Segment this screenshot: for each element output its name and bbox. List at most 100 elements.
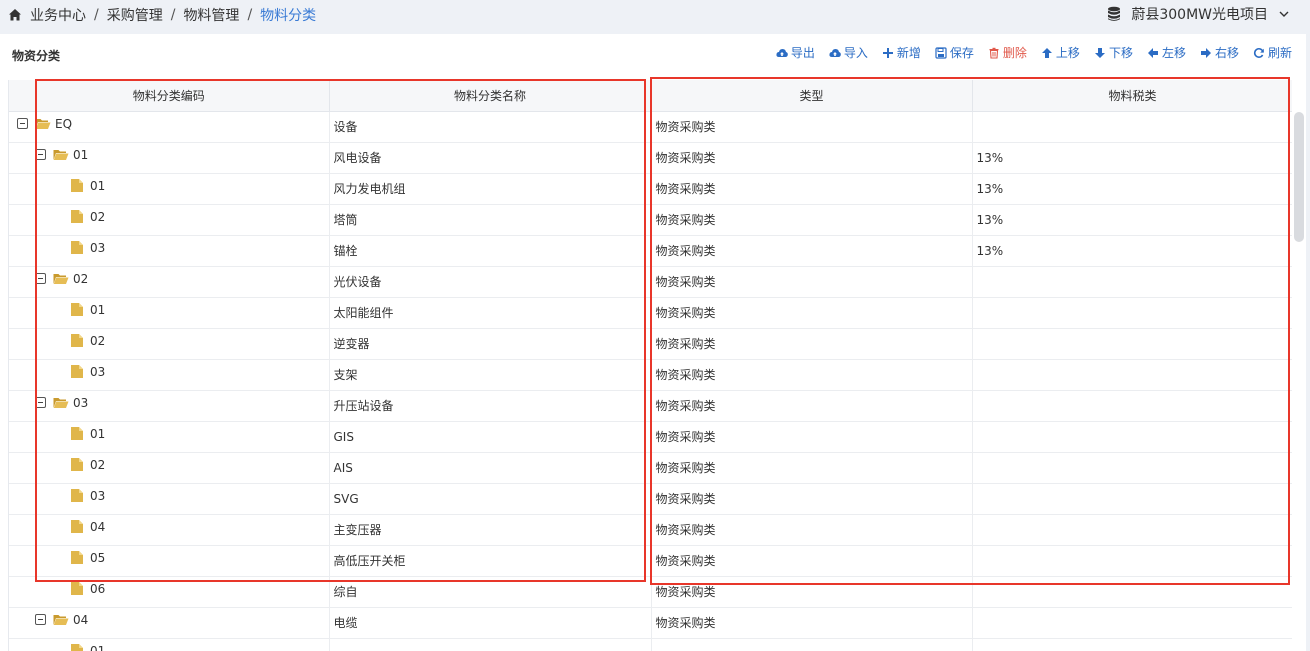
add-button[interactable]: 新增 [882, 44, 921, 61]
refresh-button[interactable]: 刷新 [1253, 44, 1292, 61]
collapse-toggle-icon[interactable] [35, 614, 46, 625]
cell-type[interactable]: 物资采购类 [651, 390, 973, 422]
cell-code[interactable]: 01 [9, 142, 330, 174]
save-button[interactable]: 保存 [935, 44, 974, 61]
table-row[interactable]: 04 主变压器 物资采购类 [9, 514, 1292, 546]
cell-type[interactable]: 物资采购类 [651, 359, 973, 391]
cell-tax[interactable] [972, 545, 1292, 577]
cell-name[interactable]: GIS [329, 421, 652, 453]
cell-code[interactable]: 02 [9, 452, 330, 484]
cell-code[interactable]: 03 [9, 483, 330, 515]
table-row[interactable]: 02 逆变器 物资采购类 [9, 328, 1292, 360]
cell-type[interactable]: 物资采购类 [651, 328, 973, 360]
cell-name[interactable] [329, 638, 652, 651]
table-row[interactable]: 01 风力发电机组 物资采购类 13% [9, 173, 1292, 205]
cell-tax[interactable]: 13% [972, 142, 1292, 174]
move-up-button[interactable]: 上移 [1041, 44, 1080, 61]
table-row[interactable]: 06 综自 物资采购类 [9, 576, 1292, 608]
cell-type[interactable]: 物资采购类 [651, 266, 973, 298]
breadcrumb-item[interactable]: 业务中心 [30, 5, 86, 25]
cell-name[interactable]: 主变压器 [329, 514, 652, 546]
cell-name[interactable]: 升压站设备 [329, 390, 652, 422]
cell-code[interactable]: 04 [9, 514, 330, 546]
table-row[interactable]: 05 高低压开关柜 物资采购类 [9, 545, 1292, 577]
move-left-button[interactable]: 左移 [1147, 44, 1186, 61]
cell-code[interactable]: 02 [9, 328, 330, 360]
cell-name[interactable]: 风力发电机组 [329, 173, 652, 205]
table-row[interactable]: 01 风电设备 物资采购类 13% [9, 142, 1292, 174]
cell-code[interactable]: 01 [9, 638, 330, 651]
cell-tax[interactable] [972, 452, 1292, 484]
cell-type[interactable]: 物资采购类 [651, 576, 973, 608]
cell-name[interactable]: 支架 [329, 359, 652, 391]
cell-name[interactable]: 风电设备 [329, 142, 652, 174]
cell-type[interactable]: 物资采购类 [651, 607, 973, 639]
cell-code[interactable]: 03 [9, 390, 330, 422]
cell-name[interactable]: 电缆 [329, 607, 652, 639]
cell-type[interactable]: 物资采购类 [651, 297, 973, 329]
table-row[interactable]: 03 升压站设备 物资采购类 [9, 390, 1292, 422]
cell-tax[interactable]: 13% [972, 204, 1292, 236]
move-down-button[interactable]: 下移 [1094, 44, 1133, 61]
table-row[interactable]: 03 SVG 物资采购类 [9, 483, 1292, 515]
cell-type[interactable]: 物资采购类 [651, 514, 973, 546]
home-icon[interactable] [8, 8, 22, 22]
cell-code[interactable]: 04 [9, 607, 330, 639]
table-row[interactable]: 01 GIS 物资采购类 [9, 421, 1292, 453]
cell-name[interactable]: 光伏设备 [329, 266, 652, 298]
cell-code[interactable]: 06 [9, 576, 330, 608]
cell-name[interactable]: 塔筒 [329, 204, 652, 236]
export-button[interactable]: 导出 [776, 44, 815, 61]
cell-type[interactable] [651, 638, 973, 651]
cell-tax[interactable] [972, 638, 1292, 651]
cell-code[interactable]: EQ [9, 111, 330, 143]
cell-type[interactable]: 物资采购类 [651, 421, 973, 453]
cell-tax[interactable] [972, 328, 1292, 360]
table-row[interactable]: 02 光伏设备 物资采购类 [9, 266, 1292, 298]
cell-tax[interactable]: 13% [972, 173, 1292, 205]
cell-code[interactable]: 02 [9, 266, 330, 298]
cell-name[interactable]: 设备 [329, 111, 652, 143]
cell-type[interactable]: 物资采购类 [651, 545, 973, 577]
cell-name[interactable]: 锚栓 [329, 235, 652, 267]
column-header-name[interactable]: 物料分类名称 [329, 80, 652, 112]
cell-tax[interactable] [972, 483, 1292, 515]
cell-type[interactable]: 物资采购类 [651, 235, 973, 267]
cell-type[interactable]: 物资采购类 [651, 173, 973, 205]
cell-code[interactable]: 01 [9, 173, 330, 205]
cell-code[interactable]: 01 [9, 297, 330, 329]
table-row[interactable]: 01 [9, 638, 1292, 651]
breadcrumb-item[interactable]: 采购管理 [107, 5, 163, 25]
import-button[interactable]: 导入 [829, 44, 868, 61]
cell-tax[interactable] [972, 359, 1292, 391]
table-row[interactable]: 02 AIS 物资采购类 [9, 452, 1292, 484]
table-row[interactable]: 03 锚栓 物资采购类 13% [9, 235, 1292, 267]
cell-tax[interactable] [972, 607, 1292, 639]
breadcrumb-item[interactable]: 物料管理 [183, 5, 239, 25]
cell-code[interactable]: 01 [9, 421, 330, 453]
collapse-toggle-icon[interactable] [35, 397, 46, 408]
cell-code[interactable]: 03 [9, 359, 330, 391]
cell-name[interactable]: 逆变器 [329, 328, 652, 360]
column-header-type[interactable]: 类型 [651, 80, 973, 112]
cell-type[interactable]: 物资采购类 [651, 452, 973, 484]
column-header-code[interactable]: 物料分类编码 [9, 80, 330, 112]
cell-tax[interactable] [972, 297, 1292, 329]
collapse-toggle-icon[interactable] [35, 273, 46, 284]
cell-tax[interactable]: 13% [972, 235, 1292, 267]
cell-code[interactable]: 05 [9, 545, 330, 577]
cell-tax[interactable] [972, 421, 1292, 453]
collapse-toggle-icon[interactable] [17, 118, 28, 129]
table-row[interactable]: 03 支架 物资采购类 [9, 359, 1292, 391]
cell-type[interactable]: 物资采购类 [651, 111, 973, 143]
cell-type[interactable]: 物资采购类 [651, 483, 973, 515]
cell-tax[interactable] [972, 514, 1292, 546]
table-row[interactable]: EQ 设备 物资采购类 [9, 111, 1292, 143]
cell-tax[interactable] [972, 576, 1292, 608]
cell-code[interactable]: 03 [9, 235, 330, 267]
column-header-tax[interactable]: 物料税类 [972, 80, 1292, 112]
collapse-toggle-icon[interactable] [35, 149, 46, 160]
cell-name[interactable]: AIS [329, 452, 652, 484]
cell-name[interactable]: SVG [329, 483, 652, 515]
cell-tax[interactable] [972, 266, 1292, 298]
